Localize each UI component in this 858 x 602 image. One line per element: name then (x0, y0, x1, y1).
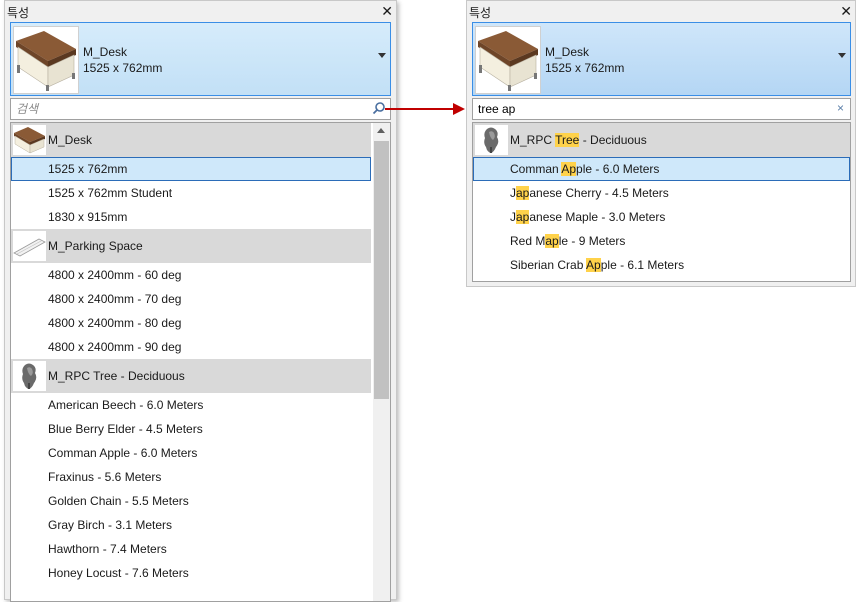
family-name: M_RPC Tree - Deciduous (510, 133, 647, 147)
type-name: Fraxinus - 5.6 Meters (48, 470, 162, 484)
type-list-item[interactable]: Blue Berry Elder - 4.5 Meters (11, 417, 371, 441)
arrow-right-icon (385, 103, 465, 115)
type-list-item[interactable]: Fraxinus - 5.6 Meters (11, 465, 371, 489)
type-name: Japanese Cherry - 4.5 Meters (510, 186, 669, 200)
family-name: M_Parking Space (48, 239, 143, 253)
type-list-item[interactable]: Hawthorn - 7.4 Meters (11, 537, 371, 561)
tree-icon (475, 125, 508, 155)
type-list: M_Desk 1525 x 762mm 1525 x 762mm Student 18… (11, 123, 371, 585)
type-name: Siberian Crab Apple - 6.1 Meters (510, 258, 685, 272)
type-name: 1830 x 915mm (48, 210, 128, 224)
type-name: 4800 x 2400mm - 60 deg (48, 268, 182, 282)
tree-icon (13, 361, 46, 391)
type-name: 4800 x 2400mm - 80 deg (48, 316, 182, 330)
match-highlight: ap (516, 210, 530, 224)
chevron-down-icon[interactable] (378, 53, 386, 58)
type-name: Japanese Maple - 3.0 Meters (510, 210, 666, 224)
match-highlight: Ap (561, 162, 577, 176)
type-name: Gray Birch - 3.1 Meters (48, 518, 173, 532)
scrollbar[interactable] (373, 123, 390, 601)
family-group-header[interactable]: M_RPC Tree - Deciduous (473, 123, 850, 157)
search-box[interactable]: × (472, 98, 851, 120)
clear-search-icon[interactable]: × (837, 101, 844, 115)
panel-title: 특성 (7, 6, 30, 20)
filtered-type-list: M_RPC Tree - Deciduous Comman Apple - 6.0… (473, 123, 850, 277)
family-name: M_RPC Tree - Deciduous (48, 369, 185, 383)
search-box[interactable] (10, 98, 391, 120)
type-name: Honey Locust - 7.6 Meters (48, 566, 189, 580)
type-name: 1525 x 762mm Student (48, 186, 173, 200)
family-group-header[interactable]: M_Parking Space (11, 229, 371, 263)
search-input[interactable] (16, 101, 336, 117)
type-list-item[interactable]: 1830 x 915mm (11, 205, 371, 229)
type-name: M_Desk (83, 45, 128, 59)
type-name: Red Maple - 9 Meters (510, 234, 626, 248)
properties-panel-left: 특성 ✕ M_Desk 1525 x 762mm M_Desk1525 (4, 0, 397, 602)
panel-titlebar: 특성 ✕ (467, 1, 855, 21)
type-name: Hawthorn - 7.4 Meters (48, 542, 167, 556)
type-list-item[interactable]: 4800 x 2400mm - 70 deg (11, 287, 371, 311)
type-list-item[interactable]: Red Maple - 9 Meters (473, 229, 850, 253)
type-size: 1525 x 762mm (545, 61, 625, 75)
family-group-header[interactable]: M_RPC Tree - Deciduous (11, 359, 371, 393)
type-name: American Beech - 6.0 Meters (48, 398, 204, 412)
desk-thumbnail (13, 26, 79, 94)
close-icon[interactable]: ✕ (840, 2, 852, 20)
match-highlight: ap (516, 186, 530, 200)
search-input[interactable] (478, 101, 798, 117)
type-list-item[interactable]: Gray Birch - 3.1 Meters (11, 513, 371, 537)
match-highlight: Ap (586, 258, 601, 272)
type-list-item[interactable]: Comman Apple - 6.0 Meters (11, 441, 371, 465)
properties-panel-right: 특성 ✕ M_Desk 1525 x 762mm × M_RPC Tree - … (466, 0, 856, 287)
desk-icon (13, 125, 46, 155)
family-group-header[interactable]: M_Desk (11, 123, 371, 157)
type-list-item[interactable]: 4800 x 2400mm - 60 deg (11, 263, 371, 287)
type-name: Blue Berry Elder - 4.5 Meters (48, 422, 203, 436)
type-dropdown-list: M_RPC Tree - Deciduous Comman Apple - 6.0… (472, 122, 851, 282)
type-name: 1525 x 762mm (48, 162, 128, 176)
type-list-item[interactable]: American Beech - 6.0 Meters (11, 393, 371, 417)
search-icon[interactable] (372, 101, 386, 115)
type-list-item[interactable]: 4800 x 2400mm - 80 deg (11, 311, 371, 335)
type-selector[interactable]: M_Desk 1525 x 762mm (10, 22, 391, 96)
desk-icon (16, 31, 76, 91)
match-highlight: Tree (555, 133, 580, 147)
type-name: Golden Chain - 5.5 Meters (48, 494, 189, 508)
type-list-item[interactable]: 1525 x 762mm Student (11, 181, 371, 205)
type-dropdown-list: M_Desk 1525 x 762mm 1525 x 762mm Student 18… (10, 122, 391, 602)
type-name: Comman Apple - 6.0 Meters (510, 162, 660, 176)
type-name: 4800 x 2400mm - 70 deg (48, 292, 182, 306)
type-size: 1525 x 762mm (83, 61, 163, 75)
scroll-thumb[interactable] (374, 141, 389, 399)
chevron-down-icon[interactable] (838, 53, 846, 58)
type-name: 4800 x 2400mm - 90 deg (48, 340, 182, 354)
type-list-item[interactable]: Japanese Cherry - 4.5 Meters (473, 181, 850, 205)
parking-space-icon (13, 231, 46, 261)
type-name: M_Desk (545, 45, 590, 59)
family-name: M_Desk (48, 133, 93, 147)
panel-titlebar: 특성 ✕ (5, 1, 396, 21)
type-list-item[interactable]: 4800 x 2400mm - 90 deg (11, 335, 371, 359)
desk-thumbnail (475, 26, 541, 94)
desk-icon (478, 31, 538, 91)
close-icon[interactable]: ✕ (381, 2, 393, 20)
type-selector[interactable]: M_Desk 1525 x 762mm (472, 22, 851, 96)
type-list-item[interactable]: 1525 x 762mm (11, 157, 371, 181)
match-highlight: ap (545, 234, 559, 248)
type-list-item[interactable]: Japanese Maple - 3.0 Meters (473, 205, 850, 229)
type-list-item[interactable]: Comman Apple - 6.0 Meters (473, 157, 850, 181)
type-list-item[interactable]: Siberian Crab Apple - 6.1 Meters (473, 253, 850, 277)
type-list-item[interactable]: Golden Chain - 5.5 Meters (11, 489, 371, 513)
type-name: Comman Apple - 6.0 Meters (48, 446, 198, 460)
panel-title: 특성 (469, 6, 492, 20)
type-list-item[interactable]: Honey Locust - 7.6 Meters (11, 561, 371, 585)
scroll-up-icon[interactable] (377, 128, 385, 133)
